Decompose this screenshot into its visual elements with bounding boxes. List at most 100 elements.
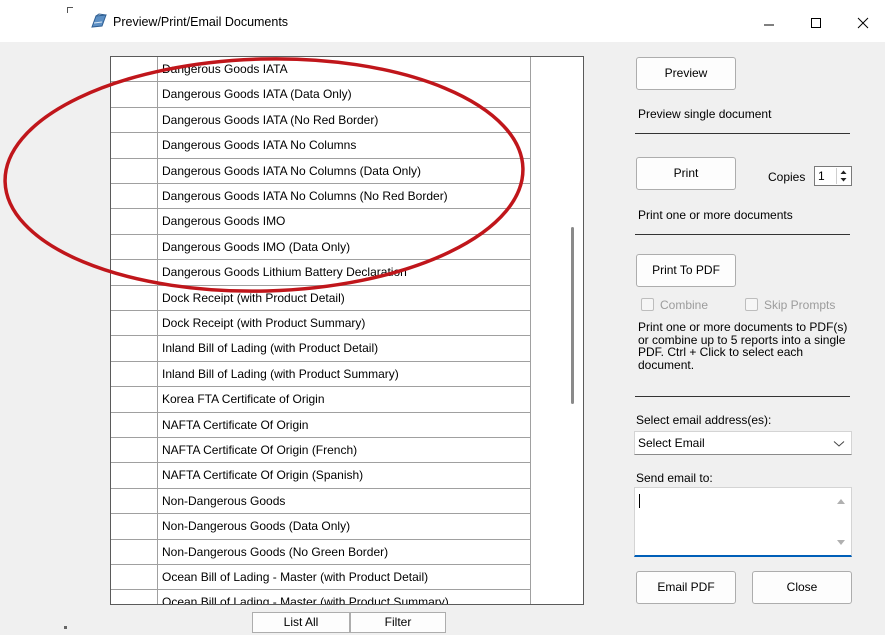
document-name-cell[interactable]: Ocean Bill of Lading - Master (with Prod… bbox=[158, 590, 531, 604]
document-name-cell[interactable]: Dangerous Goods IMO bbox=[158, 209, 531, 234]
list-item[interactable]: Dangerous Goods IMO (Data Only) bbox=[111, 234, 531, 261]
document-name-cell[interactable]: NAFTA Certificate Of Origin (French) bbox=[158, 438, 531, 463]
copies-label: Copies bbox=[768, 170, 806, 184]
corner-mark bbox=[67, 7, 73, 13]
row-header-cell[interactable] bbox=[111, 82, 158, 107]
document-name-cell[interactable]: Dangerous Goods IATA No Columns (Data On… bbox=[158, 158, 531, 183]
document-name-cell[interactable]: NAFTA Certificate Of Origin (Spanish) bbox=[158, 463, 531, 488]
document-name-cell[interactable]: Dangerous Goods IMO (Data Only) bbox=[158, 234, 531, 260]
list-item[interactable]: Ocean Bill of Lading - Master (with Prod… bbox=[111, 565, 531, 591]
document-name-cell[interactable]: Inland Bill of Lading (with Product Summ… bbox=[158, 361, 531, 387]
document-name-cell[interactable]: Dangerous Goods IATA (Data Only) bbox=[158, 82, 531, 107]
list-item[interactable]: Ocean Bill of Lading - Master (with Prod… bbox=[111, 590, 531, 604]
list-item[interactable]: Dangerous Goods IATA No Columns (Data On… bbox=[111, 158, 531, 184]
row-header-cell[interactable] bbox=[111, 158, 158, 183]
document-list[interactable]: Dangerous Goods IATA Dangerous Goods IATA… bbox=[110, 56, 584, 605]
row-header-cell[interactable] bbox=[111, 565, 158, 590]
pdf-description: Print one or more documents to PDF(s) or… bbox=[638, 321, 853, 371]
combine-checkbox[interactable] bbox=[641, 298, 654, 311]
document-name-cell[interactable]: Dangerous Goods IATA No Columns bbox=[158, 133, 531, 158]
list-all-button[interactable]: List All bbox=[252, 612, 350, 633]
stepper-down-icon[interactable] bbox=[837, 176, 850, 184]
list-item[interactable]: Dangerous Goods Lithium Battery Declarat… bbox=[111, 260, 531, 286]
document-name-cell[interactable]: Ocean Bill of Lading - Master (with Prod… bbox=[158, 565, 531, 590]
print-to-pdf-button[interactable]: Print To PDF bbox=[636, 254, 736, 287]
row-header-cell[interactable] bbox=[111, 361, 158, 387]
send-email-to-field[interactable] bbox=[634, 487, 852, 557]
email-select[interactable]: Select Email bbox=[634, 431, 852, 455]
row-header-cell[interactable] bbox=[111, 184, 158, 209]
close-window-button[interactable] bbox=[841, 8, 885, 38]
scroll-down-icon[interactable] bbox=[836, 539, 846, 547]
document-name-cell[interactable]: Korea FTA Certificate of Origin bbox=[158, 387, 531, 412]
list-item[interactable]: Dangerous Goods IATA (Data Only) bbox=[111, 82, 531, 108]
scroll-up-icon[interactable] bbox=[836, 497, 846, 505]
document-name-cell[interactable]: Non-Dangerous Goods (No Green Border) bbox=[158, 539, 531, 564]
title-bar: Preview/Print/Email Documents bbox=[0, 0, 885, 42]
list-item[interactable]: Inland Bill of Lading (with Product Deta… bbox=[111, 336, 531, 362]
list-item[interactable]: Dock Receipt (with Product Summary) bbox=[111, 311, 531, 337]
document-name-cell[interactable]: Dock Receipt (with Product Summary) bbox=[158, 311, 531, 336]
email-pdf-button[interactable]: Email PDF bbox=[636, 571, 736, 604]
print-button[interactable]: Print bbox=[636, 157, 736, 190]
document-name-cell[interactable]: Dangerous Goods Lithium Battery Declarat… bbox=[158, 260, 531, 285]
list-item[interactable]: Korea FTA Certificate of Origin bbox=[111, 387, 531, 413]
list-item[interactable]: NAFTA Certificate Of Origin bbox=[111, 412, 531, 438]
close-button[interactable]: Close bbox=[752, 571, 852, 604]
list-item[interactable]: NAFTA Certificate Of Origin (French) bbox=[111, 438, 531, 464]
list-item[interactable]: NAFTA Certificate Of Origin (Spanish) bbox=[111, 463, 531, 489]
stepper-up-icon[interactable] bbox=[837, 168, 850, 176]
maximize-button[interactable] bbox=[794, 8, 838, 38]
list-item[interactable]: Inland Bill of Lading (with Product Summ… bbox=[111, 361, 531, 388]
row-header-cell[interactable] bbox=[111, 463, 158, 488]
row-header-cell[interactable] bbox=[111, 412, 158, 437]
row-header-cell[interactable] bbox=[111, 336, 158, 361]
row-header-cell[interactable] bbox=[111, 488, 158, 514]
row-header-cell[interactable] bbox=[111, 539, 158, 564]
row-header-cell[interactable] bbox=[111, 57, 158, 82]
minimize-button[interactable] bbox=[747, 8, 791, 38]
row-header-cell[interactable] bbox=[111, 234, 158, 260]
document-name-cell[interactable]: Non-Dangerous Goods (Data Only) bbox=[158, 514, 531, 539]
row-header-cell[interactable] bbox=[111, 133, 158, 158]
list-item[interactable]: Non-Dangerous Goods (No Green Border) bbox=[111, 539, 531, 565]
document-name-cell[interactable]: Non-Dangerous Goods bbox=[158, 488, 531, 514]
chevron-down-icon bbox=[833, 441, 845, 447]
row-header-cell[interactable] bbox=[111, 107, 158, 133]
row-header-cell[interactable] bbox=[111, 590, 158, 604]
list-item[interactable]: Dock Receipt (with Product Detail) bbox=[111, 285, 531, 311]
row-header-cell[interactable] bbox=[111, 209, 158, 234]
list-item[interactable]: Dangerous Goods IMO bbox=[111, 209, 531, 235]
document-name-cell[interactable]: Dangerous Goods IATA No Columns (No Red … bbox=[158, 184, 531, 209]
list-item[interactable]: Non-Dangerous Goods (Data Only) bbox=[111, 514, 531, 540]
row-header-cell[interactable] bbox=[111, 387, 158, 412]
divider bbox=[635, 133, 850, 134]
copies-stepper[interactable]: 1 bbox=[814, 166, 852, 186]
pdf-description-line: document. bbox=[638, 357, 695, 372]
preview-button[interactable]: Preview bbox=[636, 57, 736, 90]
row-header-cell[interactable] bbox=[111, 514, 158, 539]
list-item[interactable]: Dangerous Goods IATA No Columns (No Red … bbox=[111, 184, 531, 210]
document-name-cell[interactable]: Dangerous Goods IATA (No Red Border) bbox=[158, 107, 531, 133]
stepper-arrows[interactable] bbox=[836, 168, 850, 184]
row-header-cell[interactable] bbox=[111, 285, 158, 310]
list-item[interactable]: Dangerous Goods IATA No Columns bbox=[111, 133, 531, 159]
row-header-cell[interactable] bbox=[111, 438, 158, 463]
copies-value[interactable]: 1 bbox=[818, 169, 825, 183]
list-item[interactable]: Dangerous Goods IATA (No Red Border) bbox=[111, 107, 531, 134]
list-item[interactable]: Dangerous Goods IATA bbox=[111, 57, 531, 83]
filter-button[interactable]: Filter bbox=[350, 612, 446, 633]
document-name-cell[interactable]: Dock Receipt (with Product Detail) bbox=[158, 285, 531, 310]
row-header-cell[interactable] bbox=[111, 311, 158, 336]
list-item[interactable]: Non-Dangerous Goods bbox=[111, 488, 531, 515]
list-scrollbar-thumb[interactable] bbox=[571, 227, 574, 404]
row-header-cell[interactable] bbox=[111, 260, 158, 285]
send-email-to-label: Send email to: bbox=[636, 471, 713, 485]
document-name-cell[interactable]: NAFTA Certificate Of Origin bbox=[158, 412, 531, 437]
list-scrollbar-track[interactable] bbox=[531, 57, 583, 604]
skip-prompts-checkbox[interactable] bbox=[745, 298, 758, 311]
pdf-description-line: PDF. Ctrl + Click to select each bbox=[638, 345, 804, 360]
document-name-cell[interactable]: Inland Bill of Lading (with Product Deta… bbox=[158, 336, 531, 361]
skip-prompts-label: Skip Prompts bbox=[764, 298, 836, 312]
document-name-cell[interactable]: Dangerous Goods IATA bbox=[158, 57, 531, 82]
